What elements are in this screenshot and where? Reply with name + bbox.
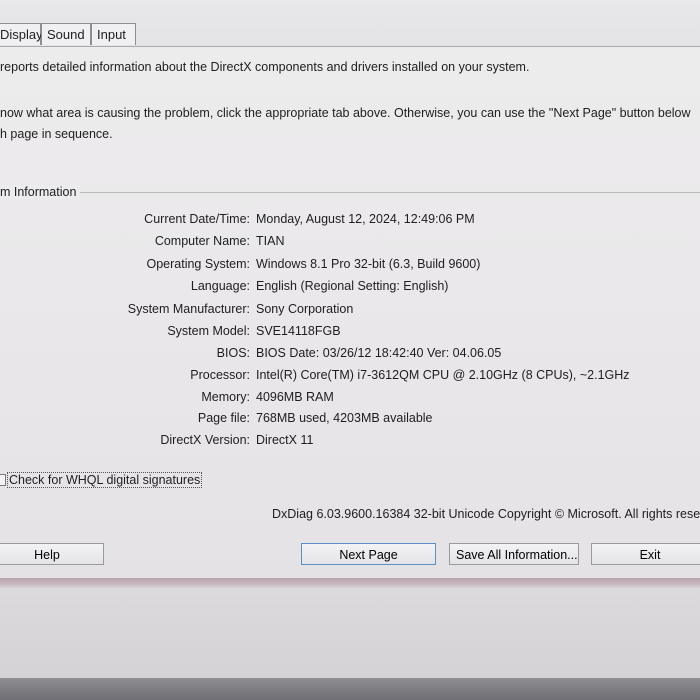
desktop-background — [0, 588, 700, 678]
tab-display[interactable]: Display — [0, 23, 43, 45]
info-value: SVE14118FGB — [256, 324, 341, 338]
intro-text-line: now what area is causing the problem, cl… — [0, 106, 691, 120]
version-copyright-text: DxDiag 6.03.9600.16384 32-bit Unicode Co… — [272, 507, 700, 521]
info-label: BIOS: — [216, 346, 250, 360]
info-value: Monday, August 12, 2024, 12:49:06 PM — [256, 212, 475, 226]
whql-checkbox[interactable] — [0, 474, 6, 486]
info-row-bios: BIOS: BIOS Date: 03/26/12 18:42:40 Ver: … — [0, 346, 700, 364]
whql-checkbox-label[interactable]: Check for WHQL digital signatures — [7, 472, 203, 488]
next-page-button[interactable]: Next Page — [301, 543, 436, 565]
info-row-operating-system: Operating System: Windows 8.1 Pro 32-bit… — [0, 257, 700, 275]
info-label: Page file: — [197, 411, 250, 425]
info-row-directx-version: DirectX Version: DirectX 11 — [0, 433, 700, 451]
info-label: Operating System: — [146, 257, 250, 271]
info-value: 768MB used, 4203MB available — [256, 411, 433, 425]
info-label: Computer Name: — [154, 234, 250, 248]
info-row-page-file: Page file: 768MB used, 4203MB available — [0, 411, 700, 429]
window-bottom-border — [0, 578, 700, 588]
group-title: m Information — [0, 185, 81, 199]
info-label: Language: — [190, 279, 250, 293]
info-row-language: Language: English (Regional Setting: Eng… — [0, 279, 700, 297]
intro-text-line: h page in sequence. — [0, 127, 113, 141]
info-label: Memory: — [201, 390, 250, 404]
info-value: Sony Corporation — [256, 302, 354, 316]
info-row-memory: Memory: 4096MB RAM — [0, 390, 700, 408]
info-value: 4096MB RAM — [256, 390, 334, 404]
info-value: TIAN — [256, 234, 285, 248]
info-label: System Model: — [167, 324, 250, 338]
info-value: Windows 8.1 Pro 32-bit (6.3, Build 9600) — [256, 257, 481, 271]
info-label: System Manufacturer: — [127, 302, 250, 316]
tab-sound[interactable]: Sound — [41, 23, 91, 45]
exit-button[interactable]: Exit — [591, 543, 700, 565]
info-row-date-time: Current Date/Time: Monday, August 12, 20… — [0, 212, 700, 230]
info-row-processor: Processor: Intel(R) Core(TM) i7-3612QM C… — [0, 368, 700, 386]
save-all-information-button[interactable]: Save All Information... — [449, 543, 579, 565]
info-row-system-model: System Model: SVE14118FGB — [0, 324, 700, 342]
tab-bar: Display Sound Input — [0, 0, 700, 47]
info-row-system-manufacturer: System Manufacturer: Sony Corporation — [0, 302, 700, 320]
info-label: Current Date/Time: — [144, 212, 250, 226]
help-button[interactable]: Help — [0, 543, 104, 565]
info-row-computer-name: Computer Name: TIAN — [0, 234, 700, 252]
info-value: DirectX 11 — [256, 433, 314, 447]
dxdiag-window: Display Sound Input reports detailed inf… — [0, 0, 700, 700]
monitor-bezel — [0, 678, 700, 700]
info-label: Processor: — [190, 368, 250, 382]
intro-text-line: reports detailed information about the D… — [0, 60, 530, 74]
info-value: Intel(R) Core(TM) i7-3612QM CPU @ 2.10GH… — [256, 368, 630, 382]
info-value: BIOS Date: 03/26/12 18:42:40 Ver: 04.06.… — [256, 346, 502, 360]
tab-input[interactable]: Input — [91, 23, 136, 45]
info-value: English (Regional Setting: English) — [256, 279, 449, 293]
info-label: DirectX Version: — [160, 433, 250, 447]
